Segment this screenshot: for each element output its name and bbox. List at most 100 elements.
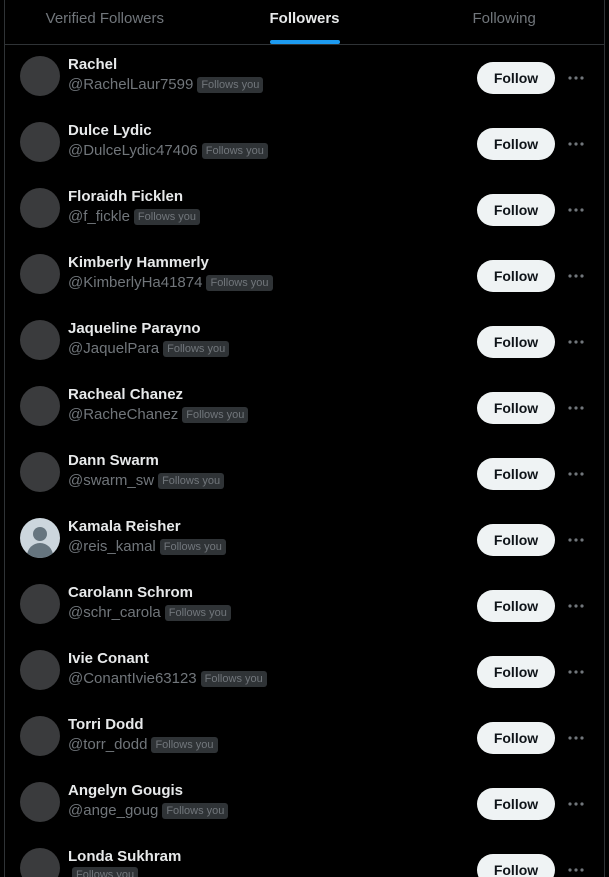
follow-button[interactable]: Follow	[477, 194, 555, 226]
more-options-button[interactable]	[565, 265, 587, 287]
more-horizontal-icon	[568, 274, 584, 278]
more-options-button[interactable]	[565, 595, 587, 617]
default-avatar[interactable]	[20, 518, 60, 558]
user-handle-line: @reis_kamal Follows you	[68, 537, 226, 557]
user-info: Angelyn Gougis @ange_goug Follows you	[68, 781, 229, 821]
user-row[interactable]: Torri Dodd @torr_dodd Follows you Follow	[5, 705, 604, 771]
user-name[interactable]: Kamala Reisher	[68, 517, 226, 537]
user-handle-line: @schr_carola Follows you	[68, 603, 231, 623]
follow-button[interactable]: Follow	[477, 524, 555, 556]
user-handle-line: @f_fickle Follows you	[68, 207, 200, 227]
user-name[interactable]: Angelyn Gougis	[68, 781, 228, 801]
follow-button[interactable]: Follow	[477, 656, 555, 688]
avatar[interactable]	[20, 650, 60, 690]
user-row[interactable]: Floraidh Ficklen @f_fickle Follows you F…	[5, 177, 604, 243]
user-name[interactable]: Torri Dodd	[68, 715, 218, 735]
user-name[interactable]: Jaqueline Parayno	[68, 319, 229, 339]
avatar[interactable]	[20, 122, 60, 162]
follow-button[interactable]: Follow	[477, 854, 555, 877]
user-handle[interactable]: @ConantIvie63123	[68, 669, 197, 689]
avatar[interactable]	[20, 56, 60, 96]
follow-button[interactable]: Follow	[477, 260, 555, 292]
user-name[interactable]: Ivie Conant	[68, 649, 267, 669]
user-handle[interactable]: @RacheChanez	[68, 405, 178, 425]
avatar[interactable]	[20, 716, 60, 756]
user-handle[interactable]: @JaquelPara	[68, 339, 159, 359]
avatar[interactable]	[20, 188, 60, 228]
user-handle[interactable]: @torr_dodd	[68, 735, 147, 755]
user-handle[interactable]: @reis_kamal	[68, 537, 156, 557]
user-row[interactable]: Dann Swarm @swarm_sw Follows you Follow	[5, 441, 604, 507]
more-options-button[interactable]	[565, 463, 587, 485]
user-row[interactable]: Jaqueline Parayno @JaquelPara Follows yo…	[5, 309, 604, 375]
user-handle[interactable]: @KimberlyHa41874	[68, 273, 202, 293]
more-options-button[interactable]	[565, 793, 587, 815]
follows-you-badge: Follows you	[158, 473, 225, 489]
user-name[interactable]: Kimberly Hammerly	[68, 253, 273, 273]
user-row[interactable]: Kamala Reisher @reis_kamal Follows you F…	[5, 507, 604, 573]
user-handle-line: @ange_goug Follows you	[68, 801, 229, 821]
user-row[interactable]: Dulce Lydic @DulceLydic47406 Follows you…	[5, 111, 604, 177]
more-options-button[interactable]	[565, 397, 587, 419]
more-options-button[interactable]	[565, 661, 587, 683]
user-handle[interactable]: @DulceLydic47406	[68, 141, 198, 161]
user-row[interactable]: Racheal Chanez @RacheChanez Follows you …	[5, 375, 604, 441]
tab-followers[interactable]: Followers	[205, 0, 405, 44]
user-row[interactable]: Carolann Schrom @schr_carola Follows you…	[5, 573, 604, 639]
user-info: Racheal Chanez @RacheChanez Follows you	[68, 385, 249, 425]
more-options-button[interactable]	[565, 67, 587, 89]
user-name[interactable]: Rachel	[68, 55, 263, 75]
avatar[interactable]	[20, 584, 60, 624]
tab-verified-followers[interactable]: Verified Followers	[5, 0, 205, 44]
more-options-button[interactable]	[565, 529, 587, 551]
user-handle-line: @RachelLaur7599 Follows you	[68, 75, 264, 95]
user-handle[interactable]: @ange_goug	[68, 801, 158, 821]
follow-button[interactable]: Follow	[477, 392, 555, 424]
more-horizontal-icon	[568, 670, 584, 674]
follow-button[interactable]: Follow	[477, 62, 555, 94]
user-name[interactable]: Floraidh Ficklen	[68, 187, 200, 207]
more-horizontal-icon	[568, 802, 584, 806]
more-options-button[interactable]	[565, 727, 587, 749]
avatar[interactable]	[20, 320, 60, 360]
avatar[interactable]	[20, 386, 60, 426]
follow-button[interactable]: Follow	[477, 128, 555, 160]
more-options-button[interactable]	[565, 133, 587, 155]
avatar[interactable]	[20, 848, 60, 877]
avatar[interactable]	[20, 452, 60, 492]
more-horizontal-icon	[568, 142, 584, 146]
follow-button[interactable]: Follow	[477, 458, 555, 490]
more-options-button[interactable]	[565, 331, 587, 353]
user-handle[interactable]: @schr_carola	[68, 603, 161, 623]
user-handle[interactable]: @swarm_sw	[68, 471, 154, 491]
user-info: Kamala Reisher @reis_kamal Follows you	[68, 517, 226, 557]
user-handle[interactable]: @RachelLaur7599	[68, 75, 193, 95]
follow-button[interactable]: Follow	[477, 722, 555, 754]
user-info: Carolann Schrom @schr_carola Follows you	[68, 583, 231, 623]
user-row[interactable]: Londa Sukhram Follows you Follow	[5, 837, 604, 877]
user-row[interactable]: Kimberly Hammerly @KimberlyHa41874 Follo…	[5, 243, 604, 309]
user-row[interactable]: Rachel @RachelLaur7599 Follows you Follo…	[5, 45, 604, 111]
follow-button[interactable]: Follow	[477, 788, 555, 820]
follow-button[interactable]: Follow	[477, 590, 555, 622]
follows-you-badge: Follows you	[162, 803, 229, 819]
user-name[interactable]: Racheal Chanez	[68, 385, 248, 405]
user-row[interactable]: Angelyn Gougis @ange_goug Follows you Fo…	[5, 771, 604, 837]
user-name[interactable]: Carolann Schrom	[68, 583, 231, 603]
tab-following[interactable]: Following	[404, 0, 604, 44]
user-name[interactable]: Dulce Lydic	[68, 121, 268, 141]
user-name[interactable]: Londa Sukhram	[68, 847, 181, 867]
avatar[interactable]	[20, 782, 60, 822]
more-options-button[interactable]	[565, 199, 587, 221]
user-row[interactable]: Ivie Conant @ConantIvie63123 Follows you…	[5, 639, 604, 705]
follow-button[interactable]: Follow	[477, 326, 555, 358]
more-options-button[interactable]	[565, 859, 587, 877]
follows-you-badge: Follows you	[164, 605, 231, 621]
more-horizontal-icon	[568, 472, 584, 476]
user-handle[interactable]: @f_fickle	[68, 207, 130, 227]
avatar[interactable]	[20, 254, 60, 294]
follows-you-badge: Follows you	[200, 671, 267, 687]
user-info: Londa Sukhram Follows you	[68, 847, 181, 877]
tab-bar: Verified Followers Followers Following	[5, 0, 604, 45]
user-name[interactable]: Dann Swarm	[68, 451, 224, 471]
